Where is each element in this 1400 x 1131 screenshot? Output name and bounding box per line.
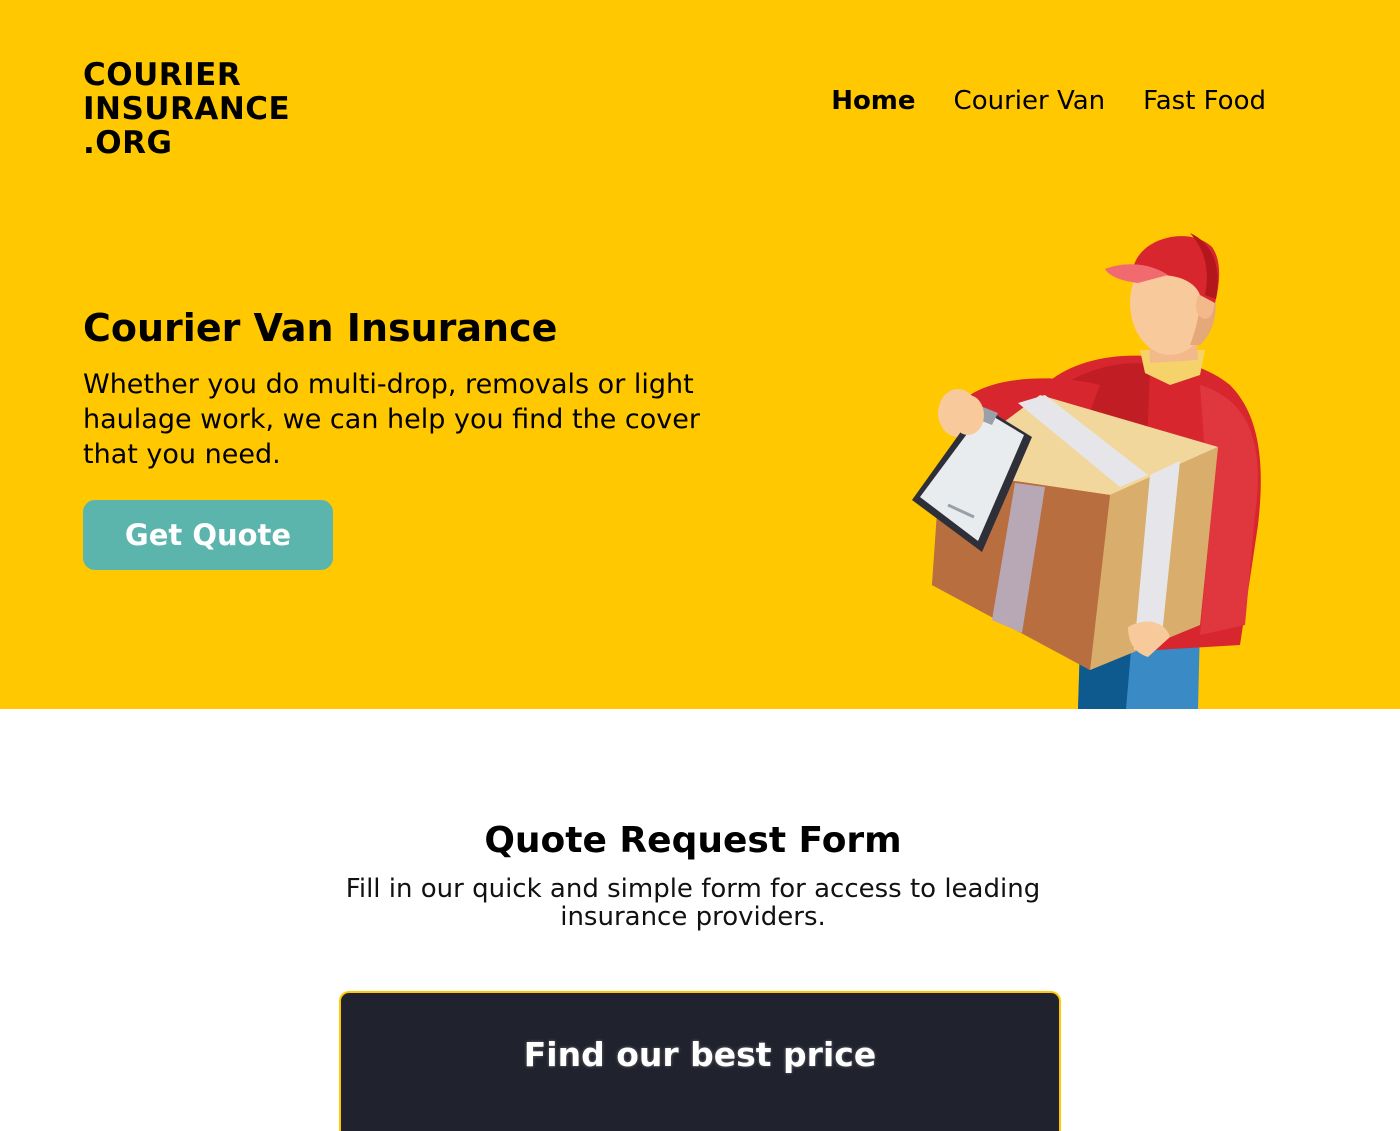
nav-fast-food[interactable]: Fast Food xyxy=(1143,84,1266,118)
hero-title: Courier Van Insurance xyxy=(83,306,558,350)
site-logo[interactable]: COURIER INSURANCE .ORG xyxy=(83,58,290,160)
hero-subtitle: Whether you do multi-drop, removals or l… xyxy=(83,369,700,470)
nav-home[interactable]: Home xyxy=(831,84,915,118)
logo-line-2: INSURANCE xyxy=(83,91,291,127)
quote-form-title: Quote Request Form xyxy=(484,820,902,861)
main-nav: Home Courier Van Fast Food xyxy=(831,84,1266,118)
logo-line-3: .ORG xyxy=(83,125,173,161)
logo-line-1: COURIER xyxy=(83,57,242,93)
hero-section: COURIER INSURANCE .ORG Home Courier Van … xyxy=(0,0,1400,709)
quote-form-card-title: Find our best price xyxy=(523,1035,877,1074)
nav-courier-van[interactable]: Courier Van xyxy=(954,84,1106,118)
get-quote-button[interactable]: Get Quote xyxy=(83,500,333,570)
quote-form-card: Find our best price xyxy=(339,991,1061,1131)
quote-form-section: Quote Request Form Fill in our quick and… xyxy=(0,709,1400,1131)
courier-illustration xyxy=(912,233,1261,709)
quote-form-subtitle: Fill in our quick and simple form for ac… xyxy=(345,874,1041,932)
